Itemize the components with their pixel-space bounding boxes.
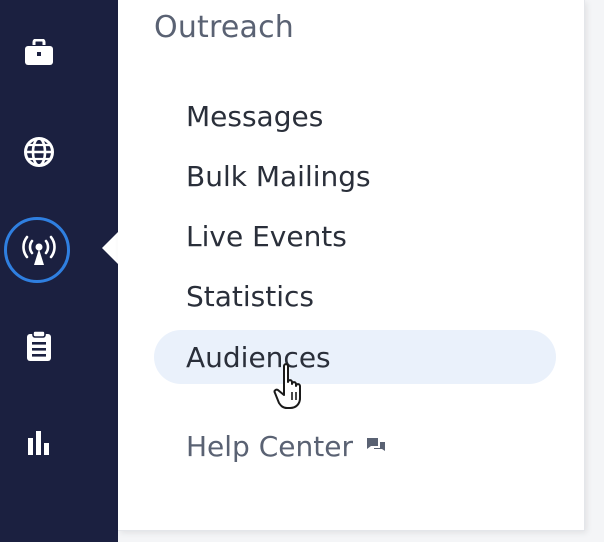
rail-item-analytics[interactable] — [0, 404, 78, 482]
panel-title: Outreach — [154, 10, 295, 45]
menu-item-bulk-mailings[interactable]: Bulk Mailings — [154, 149, 556, 203]
outreach-flyout: Outreach Messages Bulk Mailings Live Eve… — [118, 0, 585, 531]
icon-rail — [0, 0, 118, 542]
rail-item-briefcase[interactable] — [0, 14, 78, 92]
rail-item-outreach[interactable] — [0, 212, 78, 290]
menu-item-audiences[interactable]: Audiences — [154, 330, 556, 384]
help-center-link[interactable]: Help Center — [186, 424, 387, 468]
rail-item-globe[interactable] — [0, 113, 78, 191]
menu-item-messages[interactable]: Messages — [154, 89, 556, 143]
menu-item-statistics[interactable]: Statistics — [154, 269, 556, 323]
broadcast-icon — [22, 235, 56, 265]
clipboard-icon — [27, 330, 51, 361]
globe-icon — [24, 137, 54, 167]
briefcase-icon — [25, 39, 53, 65]
chat-icon — [365, 436, 387, 456]
menu-item-live-events[interactable]: Live Events — [154, 209, 556, 263]
help-center-label: Help Center — [186, 429, 353, 463]
app-window: Outreach Messages Bulk Mailings Live Eve… — [0, 0, 604, 542]
bar-chart-icon — [28, 431, 49, 455]
rail-item-clipboard[interactable] — [0, 307, 78, 385]
panel-pointer — [102, 232, 118, 264]
